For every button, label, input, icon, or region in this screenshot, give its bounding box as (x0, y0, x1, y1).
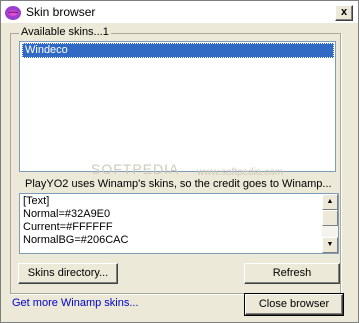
available-skins-label: Available skins...1 (19, 26, 111, 38)
softpedia-watermark: SOFTPEDIA (91, 161, 180, 177)
winamp-lips-icon (4, 4, 22, 21)
credit-info-text: PlayYO2 uses Winamp's skins, so the cred… (25, 178, 332, 190)
get-more-skins-link[interactable]: Get more Winamp skins... (12, 297, 139, 309)
skin-text-line: NormalBG=#206CAC (23, 234, 129, 246)
scroll-down-icon[interactable]: ▼ (322, 237, 338, 253)
scroll-up-icon[interactable]: ▲ (322, 194, 338, 210)
skins-listbox[interactable]: Windeco (19, 41, 336, 172)
softpedia-watermark-url: www.softpedia.com (197, 167, 284, 178)
skin-text-area[interactable]: [Text] Normal=#32A9E0 Current=#FFFFFF No… (19, 193, 339, 254)
close-window-button[interactable]: x (335, 5, 353, 21)
list-item[interactable]: Windeco (22, 43, 334, 58)
scroll-thumb[interactable] (322, 210, 338, 226)
refresh-label: Refresh (272, 267, 312, 279)
skin-text-line: Normal=#32A9E0 (23, 208, 111, 220)
skin-text-line: [Text] (23, 195, 50, 207)
vertical-scrollbar[interactable]: ▲ ▼ (322, 194, 338, 253)
refresh-button[interactable]: Refresh (244, 263, 340, 284)
title-bar[interactable]: Skin browser x (1, 1, 358, 23)
skin-text-line: Current=#FFFFFF (23, 221, 113, 233)
window-title: Skin browser (26, 5, 96, 19)
skin-browser-window: Skin browser x Available skins...1 Winde… (0, 0, 359, 323)
skins-directory-label: Skins directory... (27, 267, 109, 279)
close-browser-label: Close browser (258, 298, 330, 310)
close-browser-button[interactable]: Close browser (244, 293, 344, 316)
skins-directory-button[interactable]: Skins directory... (18, 263, 118, 284)
close-icon: x (340, 6, 348, 18)
